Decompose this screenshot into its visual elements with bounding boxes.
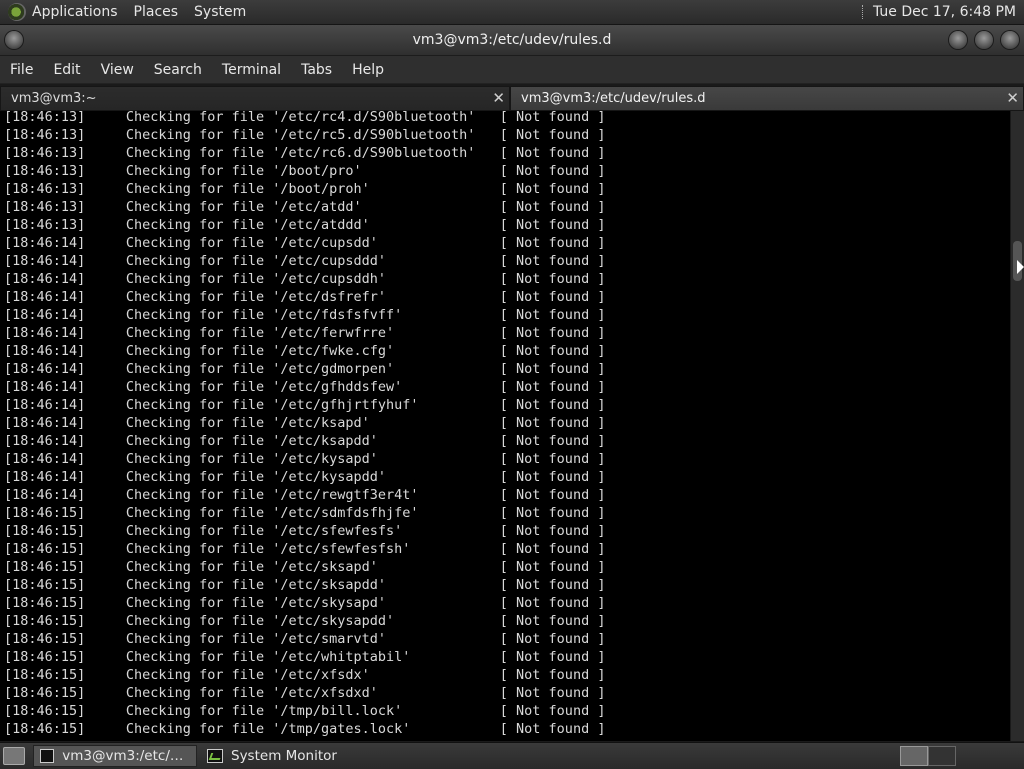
clock[interactable]: Tue Dec 17, 6:48 PM	[873, 4, 1016, 20]
tab-label: vm3@vm3:~	[11, 91, 97, 106]
terminal-icon	[40, 749, 55, 763]
terminal-line: [18:46:14] Checking for file '/etc/cupsd…	[4, 253, 606, 269]
system-menu[interactable]: System	[194, 4, 246, 20]
terminal-line: [18:46:14] Checking for file '/etc/ksapd…	[4, 433, 606, 449]
terminal-line: [18:46:14] Checking for file '/etc/dsfre…	[4, 289, 606, 305]
terminal-line: [18:46:13] Checking for file '/etc/rc4.d…	[4, 111, 606, 125]
close-tab-icon[interactable]: ✕	[492, 89, 505, 107]
menu-file[interactable]: File	[0, 62, 43, 78]
close-tab-icon[interactable]: ✕	[1006, 89, 1019, 107]
window-title: vm3@vm3:/etc/udev/rules.d	[412, 32, 612, 48]
terminal-line: [18:46:15] Checking for file '/etc/xfsdx…	[4, 667, 606, 683]
panel-separator	[861, 5, 865, 19]
workspace-1-icon[interactable]	[900, 746, 928, 766]
terminal-line: [18:46:13] Checking for file '/etc/atddd…	[4, 217, 606, 233]
minimize-icon[interactable]	[949, 31, 967, 49]
menu-edit[interactable]: Edit	[43, 62, 90, 78]
terminal-line: [18:46:13] Checking for file '/etc/atdd'…	[4, 199, 606, 215]
tab-bar: vm3@vm3:~ ✕ vm3@vm3:/etc/udev/rules.d ✕	[0, 86, 1024, 111]
top-panel: Applications Places System Tue Dec 17, 6…	[0, 0, 1024, 25]
window-menu-icon[interactable]	[5, 31, 23, 49]
terminal-line: [18:46:15] Checking for file '/etc/sfewf…	[4, 523, 606, 539]
terminal-line: [18:46:14] Checking for file '/etc/gfhjr…	[4, 397, 606, 413]
terminal-line: [18:46:15] Checking for file '/etc/skysa…	[4, 613, 606, 629]
taskbar-item-terminal[interactable]: vm3@vm3:/etc/ude...	[33, 745, 197, 767]
terminal-line: [18:46:15] Checking for file '/tmp/bill.…	[4, 703, 606, 719]
menu-terminal[interactable]: Terminal	[212, 62, 291, 78]
terminal-output[interactable]: [18:46:13] Checking for file '/etc/rc4.d…	[0, 111, 1010, 741]
terminal-line: [18:46:14] Checking for file '/etc/fwke.…	[4, 343, 606, 359]
tab-rules-d[interactable]: vm3@vm3:/etc/udev/rules.d ✕	[510, 86, 1024, 111]
terminal-line: [18:46:15] Checking for file '/etc/skysa…	[4, 595, 606, 611]
distro-logo-icon[interactable]	[8, 3, 26, 21]
task-label: vm3@vm3:/etc/ude...	[62, 748, 190, 764]
tab-label: vm3@vm3:/etc/udev/rules.d	[521, 91, 706, 106]
terminal-line: [18:46:14] Checking for file '/etc/cupsd…	[4, 271, 606, 287]
terminal-line: [18:46:15] Checking for file '/etc/xfsdx…	[4, 685, 606, 701]
menu-help[interactable]: Help	[342, 62, 394, 78]
terminal-line: [18:46:14] Checking for file '/etc/gfhdd…	[4, 379, 606, 395]
terminal-line: [18:46:15] Checking for file '/etc/sksap…	[4, 577, 606, 593]
system-monitor-icon	[207, 749, 223, 763]
terminal-lines: [18:46:13] Checking for file '/etc/rc4.d…	[4, 111, 605, 738]
clock-area: Tue Dec 17, 6:48 PM	[861, 4, 1016, 20]
show-desktop-icon[interactable]	[3, 747, 25, 765]
terminal-line: [18:46:14] Checking for file '/etc/ferwf…	[4, 325, 606, 341]
terminal-line: [18:46:15] Checking for file '/etc/sksap…	[4, 559, 606, 575]
terminal-line: [18:46:13] Checking for file '/boot/proh…	[4, 181, 606, 197]
terminal-line: [18:46:14] Checking for file '/etc/kysap…	[4, 469, 606, 485]
terminal-line: [18:46:15] Checking for file '/etc/whitp…	[4, 649, 606, 665]
terminal-line: [18:46:13] Checking for file '/etc/rc6.d…	[4, 145, 606, 161]
terminal-line: [18:46:15] Checking for file '/etc/smarv…	[4, 631, 606, 647]
terminal-line: [18:46:15] Checking for file '/etc/sfewf…	[4, 541, 606, 557]
terminal-line: [18:46:15] Checking for file '/tmp/gates…	[4, 721, 606, 737]
terminal-line: [18:46:14] Checking for file '/etc/rewgt…	[4, 487, 606, 503]
close-window-icon[interactable]	[1001, 31, 1019, 49]
applications-menu[interactable]: Applications	[32, 4, 118, 20]
menu-tabs[interactable]: Tabs	[291, 62, 342, 78]
terminal-line: [18:46:14] Checking for file '/etc/cupsd…	[4, 235, 606, 251]
terminal-line: [18:46:13] Checking for file '/etc/rc5.d…	[4, 127, 606, 143]
mouse-pointer-icon	[1017, 260, 1024, 274]
panel-menus: Applications Places System	[32, 4, 262, 20]
bottom-panel: vm3@vm3:/etc/ude... System Monitor	[0, 742, 1024, 769]
terminal-line: [18:46:15] Checking for file '/etc/sdmfd…	[4, 505, 606, 521]
maximize-icon[interactable]	[975, 31, 993, 49]
terminal-line: [18:46:13] Checking for file '/boot/pro'…	[4, 163, 606, 179]
terminal-scrollbar[interactable]	[1010, 111, 1024, 741]
menu-search[interactable]: Search	[144, 62, 212, 78]
window-titlebar[interactable]: vm3@vm3:/etc/udev/rules.d	[0, 25, 1024, 56]
workspace-2-icon[interactable]	[928, 746, 956, 766]
places-menu[interactable]: Places	[134, 4, 179, 20]
terminal-line: [18:46:14] Checking for file '/etc/ksapd…	[4, 415, 606, 431]
task-label: System Monitor	[231, 748, 337, 764]
taskbar-item-system-monitor[interactable]: System Monitor	[201, 745, 371, 767]
tab-home[interactable]: vm3@vm3:~ ✕	[0, 86, 510, 111]
menubar: File Edit View Search Terminal Tabs Help	[0, 56, 1024, 84]
terminal-line: [18:46:14] Checking for file '/etc/gdmor…	[4, 361, 606, 377]
terminal-line: [18:46:14] Checking for file '/etc/fdsfs…	[4, 307, 606, 323]
terminal-line: [18:46:14] Checking for file '/etc/kysap…	[4, 451, 606, 467]
menu-view[interactable]: View	[91, 62, 144, 78]
